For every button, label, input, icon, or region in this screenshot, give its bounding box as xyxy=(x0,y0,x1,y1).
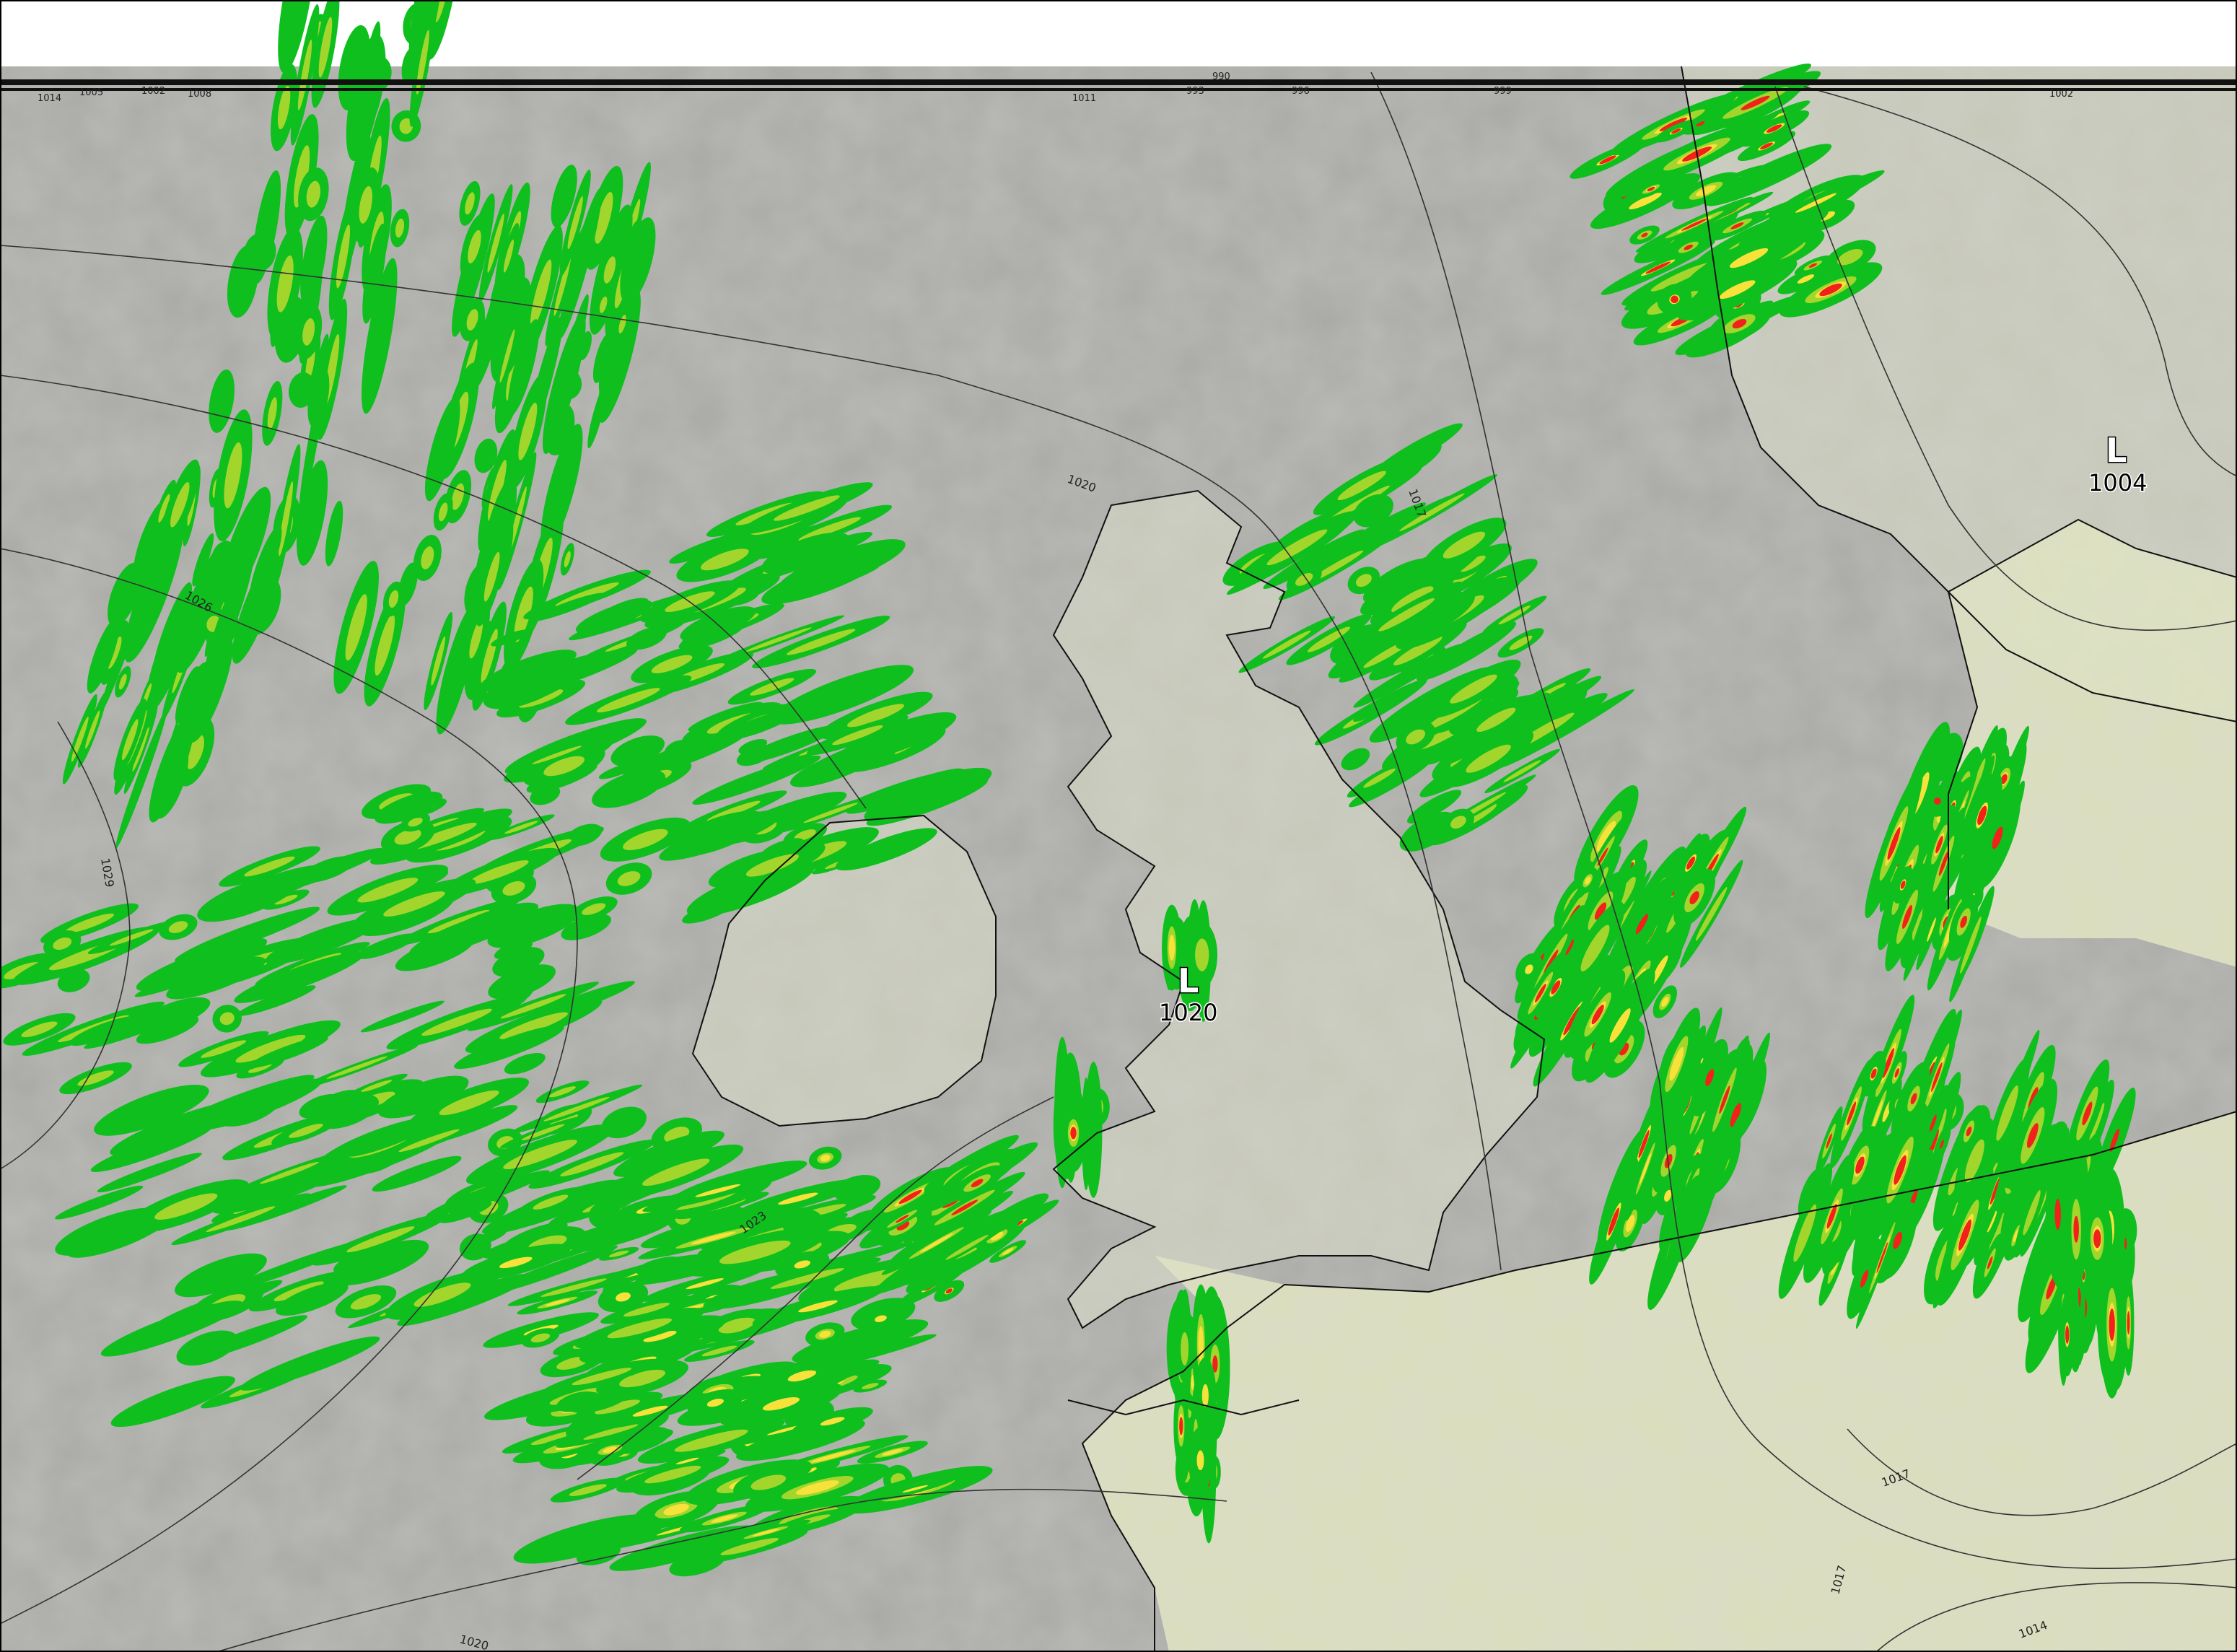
precipitation-cell-core xyxy=(2127,1311,2130,1335)
top-strip-label: 996 xyxy=(1292,86,1310,97)
top-strip-line xyxy=(0,79,2237,85)
low-pressure-letter: L xyxy=(1178,961,1199,1000)
top-strip-label: 1014 xyxy=(38,93,61,104)
precipitation-cell-core xyxy=(1196,1450,1204,1471)
precipitation-cell-core xyxy=(1201,1384,1209,1407)
precipitation-cell-core xyxy=(1070,1127,1077,1140)
top-strip-label: 1002 xyxy=(141,86,165,97)
precipitation-cell-core xyxy=(1168,935,1176,961)
precipitation-cell-core xyxy=(2054,1199,2061,1231)
weather-map-canvas: 1026 1029 1023 1020 1020 1017 1017 1017 … xyxy=(0,0,2237,1652)
top-strip-label: 1005 xyxy=(79,87,103,98)
low-pressure-letter: L xyxy=(2106,431,2127,470)
weather-map: 1026 1029 1023 1020 1020 1017 1017 1017 … xyxy=(0,0,2237,1652)
precipitation-cell-core xyxy=(2124,1238,2127,1250)
precipitation-cell-core xyxy=(2093,1229,2101,1249)
top-strip-label: 990 xyxy=(1212,71,1230,82)
precipitation-cell xyxy=(1085,1062,1103,1198)
top-strip-label: 993 xyxy=(1186,86,1204,97)
top-strip-label: 1011 xyxy=(1072,93,1096,104)
low-pressure-value: 1004 xyxy=(2088,469,2147,497)
top-strip-label: 1002 xyxy=(2049,89,2073,100)
precipitation-cell-core xyxy=(2109,1308,2115,1341)
top-strip-label: 999 xyxy=(1494,86,1512,97)
precipitation-cell-core xyxy=(1181,1332,1189,1366)
precipitation-cell-core xyxy=(2065,1325,2070,1344)
top-strip-line xyxy=(0,88,2237,91)
top-strip-label: 1008 xyxy=(188,89,211,100)
precipitation-cell-core xyxy=(1179,1417,1183,1435)
low-pressure-value: 1020 xyxy=(1159,999,1217,1026)
precipitation-cell-core xyxy=(2073,1215,2079,1243)
